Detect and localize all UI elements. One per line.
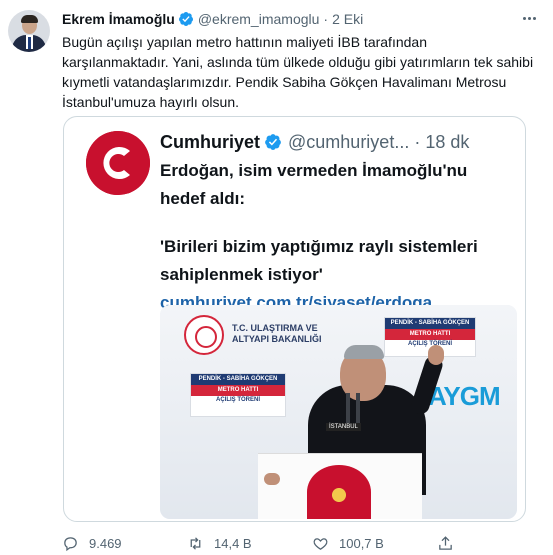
quoted-text: Erdoğan, isim vermeden İmamoğlu'nu hedef… <box>160 157 520 317</box>
tweet-header: Ekrem İmamoğlu @ekrem_imamoglu · 2 Eki <box>62 10 363 28</box>
verified-badge-icon <box>265 134 281 150</box>
quoted-author-name[interactable]: Cumhuriyet <box>160 132 260 153</box>
share-button[interactable] <box>437 535 464 552</box>
speaker-hand <box>264 473 280 485</box>
author-avatar[interactable] <box>8 10 50 52</box>
quoted-author-avatar[interactable] <box>86 131 150 195</box>
quoted-headline-line: hedef aldı: <box>160 189 246 208</box>
speaker-hair <box>344 345 384 359</box>
sign-line: PENDİK - SABİHA GÖKÇEN <box>191 374 285 385</box>
reply-icon <box>64 536 77 551</box>
author-name[interactable]: Ekrem İmamoğlu <box>62 11 175 27</box>
quoted-photo[interactable]: T.C. ULAŞTIRMA VE ALTYAPI BAKANLIĞI PEND… <box>160 305 517 519</box>
ministry-logo-icon <box>184 315 224 355</box>
tweet-text-line: kıymetli vatandaşlarımızdır. Pendik Sabi… <box>62 74 507 90</box>
tweet-text-line: karşılanmaktadır. Yani, aslında tüm ülke… <box>62 54 534 70</box>
quoted-quote-line: sahiplenmek istiyor' <box>160 265 323 284</box>
header-separator: · <box>323 11 329 27</box>
tweet-text-line: İstanbul'umuza hayırlı olsun. <box>62 94 239 110</box>
tweet-text: Bugün açılışı yapılan metro hattının mal… <box>62 32 540 112</box>
quoted-tweet[interactable]: Cumhuriyet @cumhuriyet... · 18 dk Erdoğa… <box>63 116 526 522</box>
quoted-spacer <box>160 213 520 233</box>
podium-label: İSTANBUL <box>326 423 361 431</box>
microphone <box>346 393 350 423</box>
avatar-hair <box>21 15 38 23</box>
quoted-separator: · <box>414 131 421 152</box>
sign-line: PENDİK - SABİHA GÖKÇEN <box>385 318 475 329</box>
quoted-timestamp[interactable]: 18 dk <box>425 132 469 153</box>
brand-logo-text: AYGM <box>428 381 501 411</box>
like-button[interactable]: 100,7 B <box>312 535 437 552</box>
quoted-quote-line: 'Birileri bizim yaptığımız raylı sisteml… <box>160 237 478 256</box>
speaker-hand <box>428 345 444 365</box>
tweet-actions: 9.469 14,4 B 100,7 B <box>62 534 464 552</box>
share-icon <box>439 535 452 550</box>
presidential-seal-icon <box>307 465 371 519</box>
tweet-text-line: Bugün açılışı yapılan metro hattının mal… <box>62 34 427 50</box>
tweet-card[interactable]: Ekrem İmamoğlu @ekrem_imamoglu · 2 Eki B… <box>0 0 553 555</box>
like-icon <box>313 537 328 550</box>
quoted-author-handle[interactable]: @cumhuriyet... <box>288 132 409 153</box>
more-options-icon[interactable] <box>519 8 539 28</box>
ceremony-sign-left: PENDİK - SABİHA GÖKÇEN METRO HATTI AÇILI… <box>190 373 286 417</box>
microphone <box>356 393 360 423</box>
retweet-button[interactable]: 14,4 B <box>187 535 312 552</box>
retweet-icon <box>190 536 201 550</box>
like-count: 100,7 B <box>339 535 384 551</box>
reply-count: 9.469 <box>89 535 122 551</box>
sign-line: METRO HATTI <box>191 385 285 396</box>
quoted-header: Cumhuriyet @cumhuriyet... · 18 dk <box>160 131 469 153</box>
more-dot <box>532 16 536 20</box>
verified-badge-icon <box>178 12 193 26</box>
author-handle[interactable]: @ekrem_imamoglu <box>198 11 320 27</box>
more-dot <box>527 16 531 20</box>
more-dot <box>522 16 526 20</box>
ministry-line: T.C. ULAŞTIRMA VE <box>232 323 318 333</box>
retweet-count: 14,4 B <box>214 535 252 551</box>
cumhuriyet-logo-icon <box>86 131 150 195</box>
ministry-text: T.C. ULAŞTIRMA VE ALTYAPI BAKANLIĞI <box>232 323 322 345</box>
sign-line: AÇILIŞ TÖRENİ <box>215 397 260 403</box>
sign-line: METRO HATTI <box>385 329 475 340</box>
tweet-timestamp[interactable]: 2 Eki <box>332 11 363 27</box>
ministry-line: ALTYAPI BAKANLIĞI <box>232 334 322 344</box>
reply-button[interactable]: 9.469 <box>62 535 187 552</box>
avatar-tie <box>28 37 31 49</box>
quoted-headline-line: Erdoğan, isim vermeden İmamoğlu'nu <box>160 161 468 180</box>
